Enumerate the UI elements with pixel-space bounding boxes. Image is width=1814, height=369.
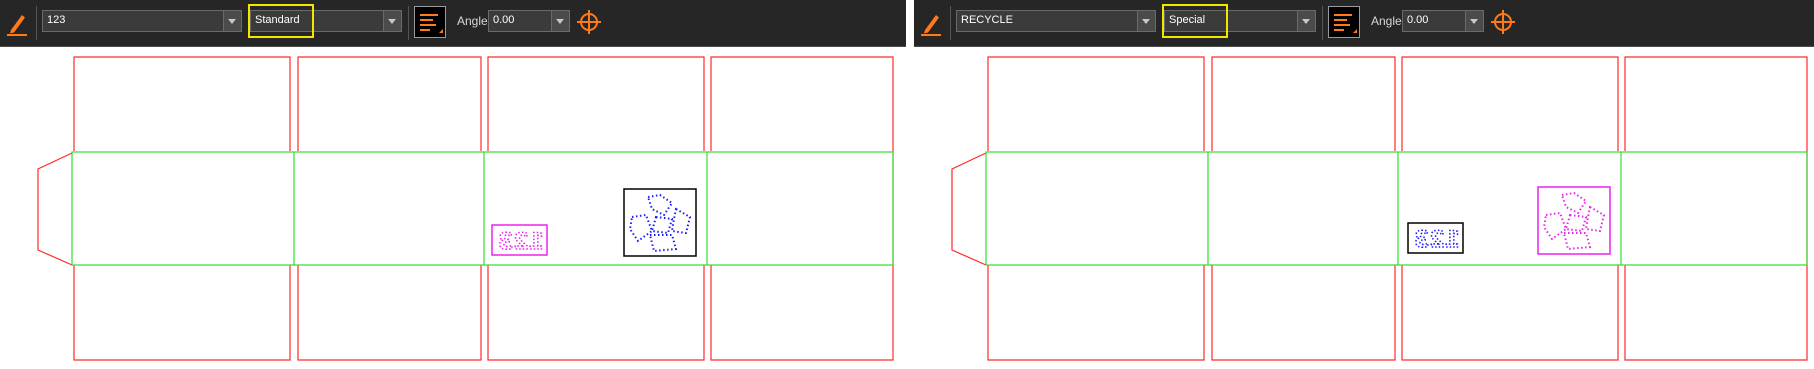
dieline-canvas[interactable]: 123 bbox=[0, 47, 906, 369]
left-panel: 123 Standard Angle 0.00 123 bbox=[0, 0, 906, 369]
text-value: RECYCLE bbox=[961, 14, 1013, 26]
separator bbox=[36, 6, 37, 40]
chevron-down-icon[interactable] bbox=[1465, 11, 1483, 31]
cut-lines bbox=[37, 56, 894, 361]
target-icon[interactable] bbox=[1490, 9, 1516, 35]
text-element-label: 123 bbox=[1414, 228, 1460, 253]
toolbar: 123 Standard Angle 0.00 bbox=[0, 0, 906, 47]
recycle-symbol bbox=[1542, 191, 1606, 251]
text-element-123[interactable]: 123 bbox=[1407, 222, 1464, 254]
pencil-icon[interactable] bbox=[4, 8, 30, 38]
align-icon bbox=[1334, 14, 1357, 33]
target-icon[interactable] bbox=[576, 9, 602, 35]
chevron-down-icon[interactable] bbox=[1137, 11, 1155, 31]
dieline-canvas[interactable]: 123 bbox=[914, 47, 1814, 369]
align-icon bbox=[420, 14, 443, 33]
pencil-icon[interactable] bbox=[918, 8, 944, 38]
align-button[interactable] bbox=[414, 6, 446, 38]
text-element-123[interactable]: 123 bbox=[491, 224, 548, 256]
separator bbox=[408, 6, 409, 40]
toolbar: RECYCLE Special Angle 0.00 bbox=[914, 0, 1814, 47]
chevron-down-icon[interactable] bbox=[1297, 11, 1315, 31]
crease-lines bbox=[71, 151, 894, 266]
right-panel: RECYCLE Special Angle 0.00 123 bbox=[914, 0, 1814, 369]
angle-label: Angle bbox=[1371, 14, 1402, 28]
chevron-down-icon[interactable] bbox=[383, 11, 401, 31]
separator bbox=[1322, 6, 1323, 40]
separator bbox=[950, 6, 951, 40]
highlight-box bbox=[1162, 4, 1228, 38]
recycle-element[interactable] bbox=[623, 188, 697, 257]
text-value: 123 bbox=[47, 14, 66, 26]
angle-value: 0.00 bbox=[493, 14, 515, 26]
angle-value: 0.00 bbox=[1407, 14, 1429, 26]
angle-label: Angle bbox=[457, 14, 488, 28]
recycle-element[interactable] bbox=[1537, 186, 1611, 255]
crease-lines bbox=[985, 151, 1808, 266]
chevron-down-icon[interactable] bbox=[551, 11, 569, 31]
text-value-combo[interactable]: 123 bbox=[42, 10, 242, 32]
angle-combo[interactable]: 0.00 bbox=[1402, 10, 1484, 32]
highlight-box bbox=[248, 4, 314, 38]
divider bbox=[906, 0, 914, 369]
cut-lines bbox=[951, 56, 1808, 361]
align-button[interactable] bbox=[1328, 6, 1360, 38]
chevron-down-icon[interactable] bbox=[223, 11, 241, 31]
text-element-label: 123 bbox=[498, 230, 544, 255]
angle-combo[interactable]: 0.00 bbox=[488, 10, 570, 32]
text-value-combo[interactable]: RECYCLE bbox=[956, 10, 1156, 32]
